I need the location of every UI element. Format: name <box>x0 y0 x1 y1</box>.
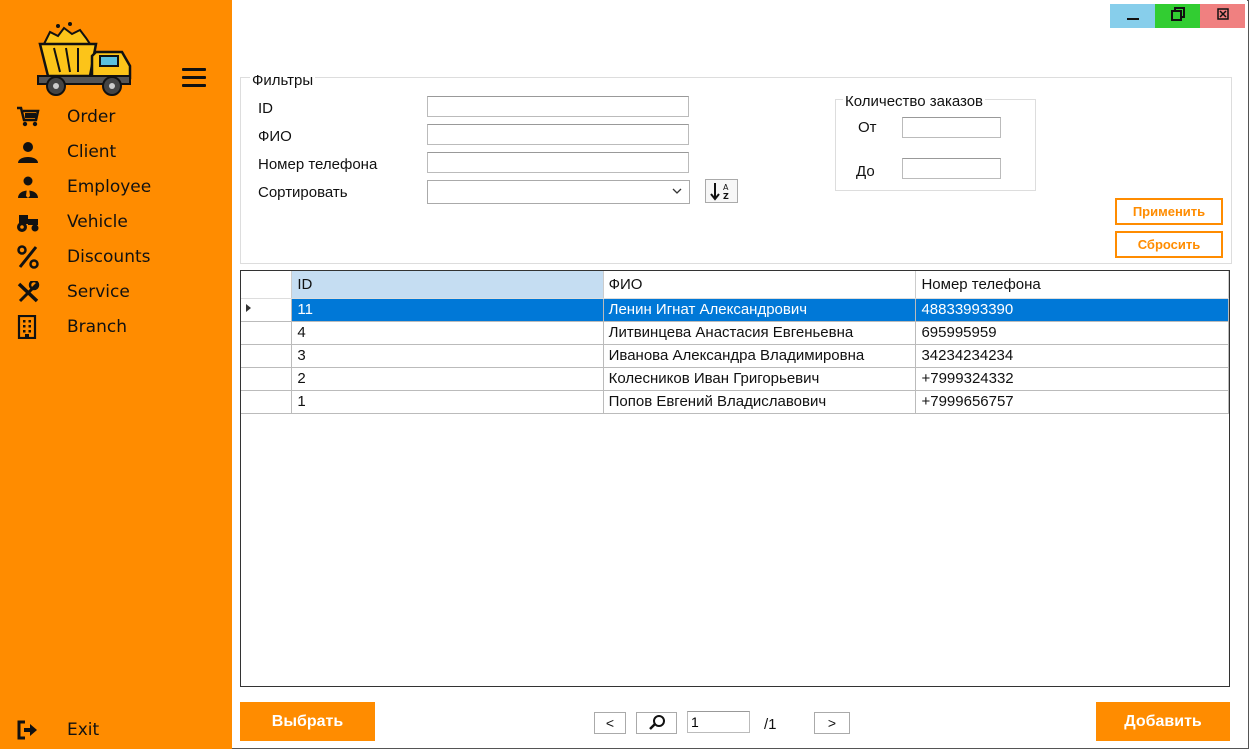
sort-label: Сортировать <box>258 184 348 201</box>
apply-button[interactable]: Применить <box>1115 198 1223 225</box>
row-header-corner <box>241 271 293 299</box>
row-header[interactable] <box>241 321 293 345</box>
cell-phone[interactable]: +7999656757 <box>915 390 1229 414</box>
employee-icon <box>16 175 46 199</box>
sort-az-icon: AZ <box>706 183 737 206</box>
sidebar-item-client[interactable]: Client <box>16 137 226 167</box>
minimize-icon <box>1126 7 1140 26</box>
restore-icon <box>1170 6 1185 26</box>
cell-fio[interactable]: Литвинцева Анастасия Евгеньевна <box>603 321 917 345</box>
next-page-button[interactable]: > <box>814 712 850 734</box>
cell-id[interactable]: 4 <box>291 321 604 345</box>
phone-label: Номер телефона <box>258 156 378 173</box>
row-header[interactable] <box>241 344 293 368</box>
reset-button[interactable]: Сбросить <box>1115 231 1223 258</box>
id-label: ID <box>258 100 273 117</box>
cell-fio[interactable]: Ленин Игнат Александрович <box>603 298 917 322</box>
table-row[interactable]: 2 Колесников Иван Григорьевич +799932433… <box>241 367 1229 391</box>
fio-input[interactable] <box>427 124 689 145</box>
sidebar-item-branch[interactable]: Branch <box>16 312 226 342</box>
column-header-phone[interactable]: Номер телефона <box>915 271 1229 299</box>
table-row[interactable]: 3 Иванова Александра Владимировна 342342… <box>241 344 1229 368</box>
fio-label: ФИО <box>258 128 292 145</box>
sidebar-item-label: Order <box>67 107 116 127</box>
close-icon <box>1216 7 1229 25</box>
close-button[interactable] <box>1200 4 1245 28</box>
percent-icon <box>16 245 46 269</box>
sidebar-item-vehicle[interactable]: Vehicle <box>16 207 226 237</box>
table-row[interactable]: 4 Литвинцева Анастасия Евгеньевна 695995… <box>241 321 1229 345</box>
cell-fio[interactable]: Колесников Иван Григорьевич <box>603 367 917 391</box>
current-row-arrow-icon <box>241 301 253 318</box>
cell-fio[interactable]: Попов Евгений Владиславович <box>603 390 917 414</box>
count-to-label: До <box>856 163 875 180</box>
cell-id[interactable]: 2 <box>291 367 604 391</box>
exit-button[interactable]: Exit <box>16 715 226 745</box>
sidebar-item-label: Client <box>67 142 117 162</box>
table-row[interactable]: 11 Ленин Игнат Александрович 48833993390 <box>241 298 1229 322</box>
sidebar-item-label: Branch <box>67 317 127 337</box>
sidebar-item-label: Discounts <box>67 247 151 267</box>
cell-id[interactable]: 3 <box>291 344 604 368</box>
maximize-button[interactable] <box>1155 4 1200 28</box>
add-button[interactable]: Добавить <box>1096 702 1230 741</box>
cell-phone[interactable]: 695995959 <box>915 321 1229 345</box>
cell-id[interactable]: 1 <box>291 390 604 414</box>
column-header-id[interactable]: ID <box>291 271 604 299</box>
cell-fio[interactable]: Иванова Александра Владимировна <box>603 344 917 368</box>
cell-id[interactable]: 11 <box>291 298 604 322</box>
count-to-input[interactable] <box>902 158 1001 179</box>
sidebar-item-order[interactable]: Order <box>16 102 226 132</box>
svg-text:A: A <box>723 183 729 192</box>
row-header[interactable] <box>241 367 293 391</box>
table-row[interactable]: 1 Попов Евгений Владиславович +799965675… <box>241 390 1229 414</box>
dump-truck-logo-icon <box>36 22 132 96</box>
sidebar-item-label: Service <box>67 282 130 302</box>
chevron-down-icon <box>671 185 683 200</box>
title-bar <box>232 0 1247 66</box>
building-icon <box>16 315 46 339</box>
filters-legend: Фильтры <box>250 72 316 89</box>
cell-phone[interactable]: 48833993390 <box>915 298 1229 322</box>
count-from-input[interactable] <box>902 117 1001 138</box>
clients-table: ID ФИО Номер телефона 11 Ленин Игнат Але… <box>240 270 1230 687</box>
exit-label: Exit <box>67 720 100 740</box>
sidebar: Order Client Employee Vehicle Discounts … <box>0 0 232 749</box>
tools-icon <box>16 280 46 304</box>
total-pages-label: /1 <box>764 716 777 733</box>
page-number-input[interactable] <box>687 711 750 733</box>
sidebar-item-discounts[interactable]: Discounts <box>16 242 226 272</box>
count-from-label: От <box>858 119 877 136</box>
orders-count-legend: Количество заказов <box>843 93 986 110</box>
minimize-button[interactable] <box>1110 4 1155 28</box>
svg-text:Z: Z <box>723 192 729 201</box>
user-icon <box>16 140 46 164</box>
search-icon <box>647 714 667 733</box>
column-header-fio[interactable]: ФИО <box>603 271 917 299</box>
id-input[interactable] <box>427 96 689 117</box>
cell-phone[interactable]: 34234234234 <box>915 344 1229 368</box>
prev-page-button[interactable]: < <box>594 712 626 734</box>
sidebar-item-employee[interactable]: Employee <box>16 172 226 202</box>
table-header-row: ID ФИО Номер телефона <box>241 271 1229 299</box>
sort-select[interactable] <box>427 180 690 204</box>
sort-direction-button[interactable]: AZ <box>705 179 738 203</box>
search-page-button[interactable] <box>636 712 677 734</box>
filters-group <box>240 77 1232 264</box>
cart-icon <box>16 105 46 129</box>
select-button[interactable]: Выбрать <box>240 702 375 741</box>
row-header[interactable] <box>241 390 293 414</box>
cell-phone[interactable]: +7999324332 <box>915 367 1229 391</box>
row-header[interactable] <box>241 298 293 322</box>
sign-out-icon <box>16 718 46 742</box>
sidebar-item-label: Vehicle <box>67 212 128 232</box>
menu-icon[interactable] <box>182 68 206 90</box>
phone-input[interactable] <box>427 152 689 173</box>
tractor-icon <box>16 210 46 234</box>
sidebar-item-label: Employee <box>67 177 152 197</box>
sidebar-item-service[interactable]: Service <box>16 277 226 307</box>
